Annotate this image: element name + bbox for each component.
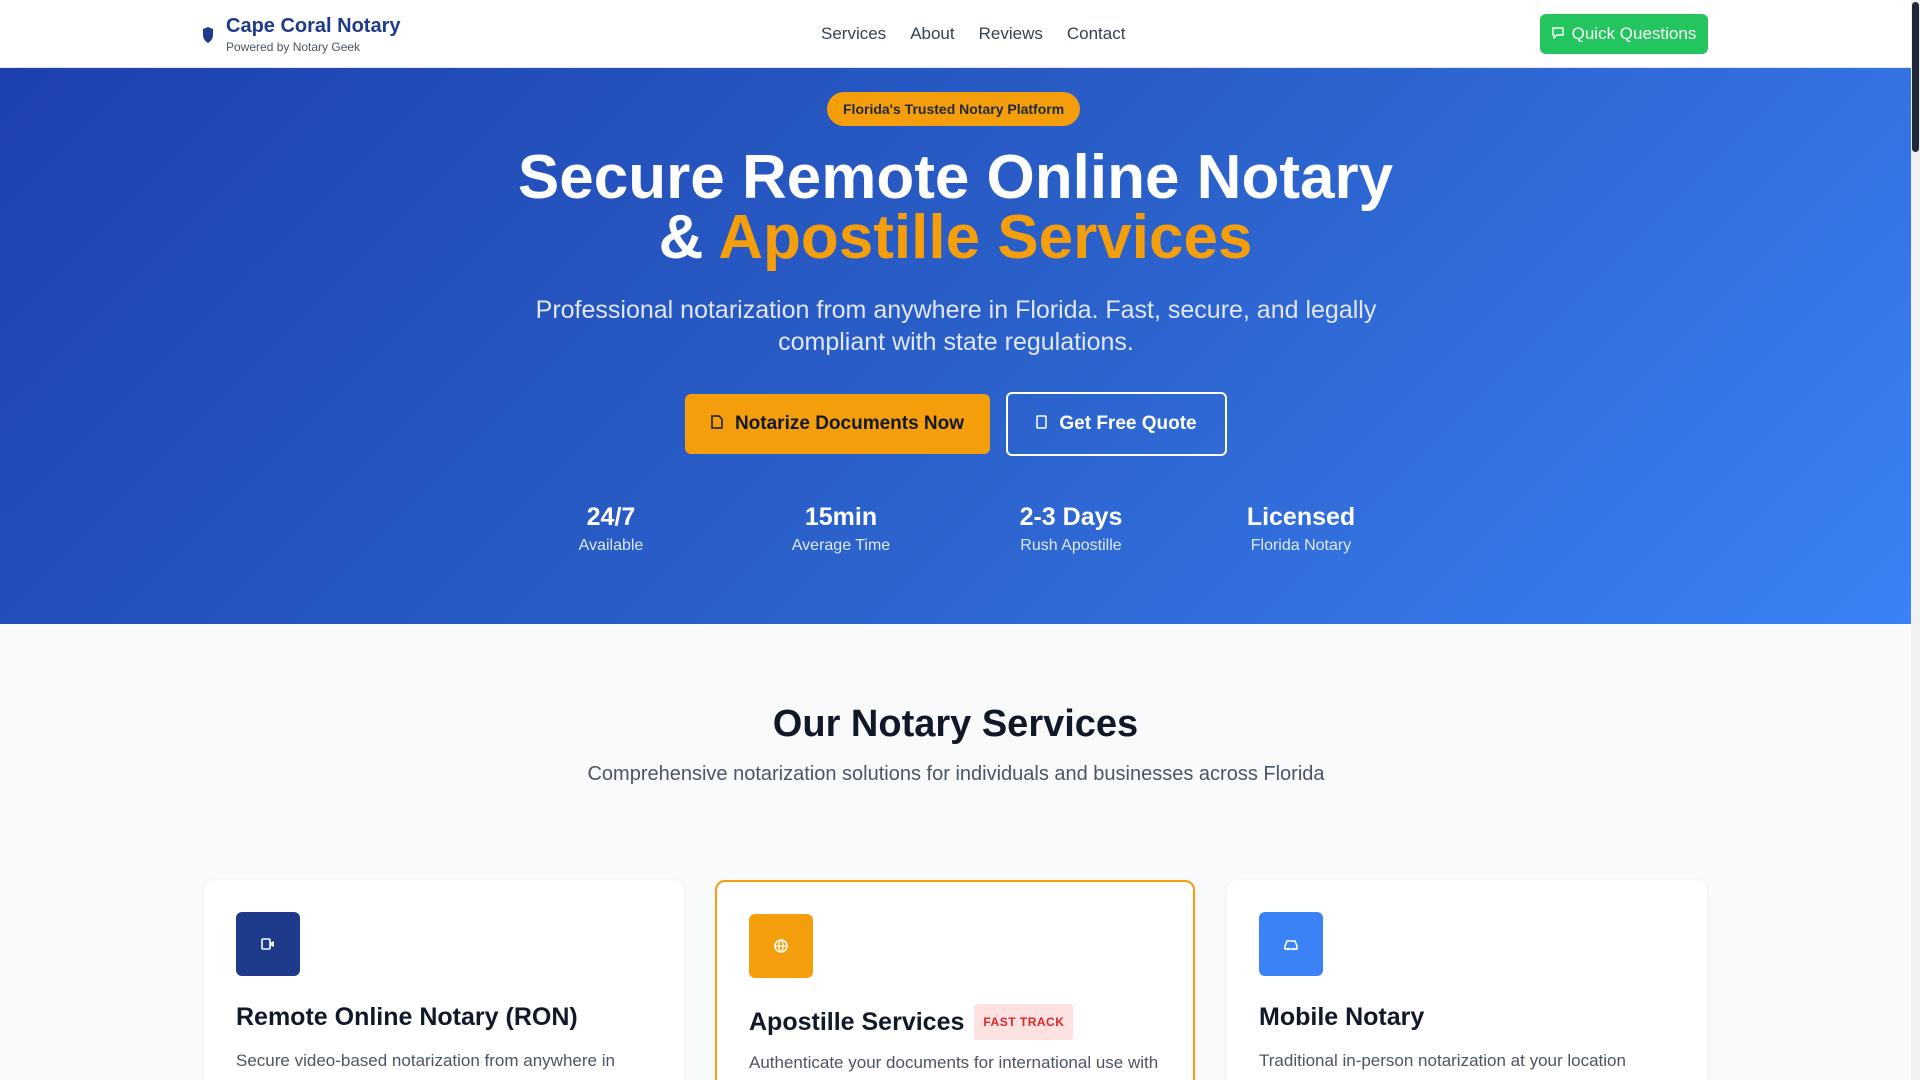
nav-link-services[interactable]: Services bbox=[821, 22, 886, 46]
stat-value: 15min bbox=[804, 503, 878, 531]
video-icon bbox=[236, 912, 300, 976]
service-card-apostille[interactable]: Apostille Services FAST TRACK Authentica… bbox=[715, 880, 1195, 1080]
hero-section: Florida's Trusted Notary Platform Secure… bbox=[0, 68, 1911, 624]
file-signature-icon bbox=[711, 413, 723, 435]
page-scrollbar[interactable] bbox=[1911, 0, 1920, 1080]
services-subtitle: Comprehensive notarization solutions for… bbox=[587, 763, 1325, 785]
stat-average-time: 15min Average Time bbox=[731, 502, 951, 556]
get-free-quote-button[interactable]: Get Free Quote bbox=[1006, 392, 1227, 456]
service-card-description: Authenticate your documents for internat… bbox=[749, 1053, 1159, 1072]
scrollbar-thumb[interactable] bbox=[1912, 2, 1919, 152]
notarize-documents-label: Notarize Documents Now bbox=[734, 413, 965, 434]
stat-label: Average Time bbox=[791, 537, 891, 554]
service-card-title: Remote Online Notary (RON) bbox=[236, 1002, 578, 1032]
stat-value: 2-3 Days bbox=[1019, 503, 1123, 531]
service-card-title-text: Mobile Notary bbox=[1259, 1003, 1425, 1031]
main-nav: Services About Reviews Contact bbox=[821, 22, 1125, 46]
service-card-ron[interactable]: Remote Online Notary (RON) Secure video-… bbox=[204, 880, 684, 1080]
hero-title-accent: Apostille Services bbox=[718, 203, 1253, 272]
brand-title: Cape Coral Notary bbox=[226, 15, 401, 37]
notarize-documents-button[interactable]: Notarize Documents Now bbox=[685, 394, 990, 454]
nav-link-contact[interactable]: Contact bbox=[1067, 22, 1126, 46]
service-card-description: Traditional in-person notarization at yo… bbox=[1259, 1051, 1626, 1080]
hero-title-amp: & bbox=[658, 203, 719, 272]
get-free-quote-label: Get Free Quote bbox=[1059, 413, 1197, 434]
service-card-title-text: Remote Online Notary (RON) bbox=[236, 1003, 578, 1031]
hero-subtitle: Professional notarization from anywhere … bbox=[535, 296, 1377, 356]
service-card-title: Apostille Services FAST TRACK bbox=[749, 1004, 1074, 1040]
stat-label: Florida Notary bbox=[1250, 537, 1352, 554]
fast-track-badge: FAST TRACK bbox=[974, 1004, 1074, 1040]
quick-questions-button[interactable]: Quick Questions bbox=[1540, 14, 1708, 54]
hero-badge: Florida's Trusted Notary Platform bbox=[827, 92, 1081, 126]
service-card-description: Secure video-based notarization from any… bbox=[236, 1051, 615, 1080]
services-title: Our Notary Services bbox=[772, 703, 1139, 745]
shield-icon bbox=[202, 24, 214, 46]
top-navbar: Cape Coral Notary Powered by Notary Geek… bbox=[0, 0, 1911, 68]
service-card-title: Mobile Notary bbox=[1259, 1002, 1424, 1032]
brand-logo[interactable]: Cape Coral Notary Powered by Notary Geek bbox=[202, 14, 401, 55]
chat-icon bbox=[1551, 24, 1564, 44]
nav-link-reviews[interactable]: Reviews bbox=[979, 22, 1043, 46]
calculator-icon bbox=[1036, 413, 1048, 435]
stat-licensed: Licensed Florida Notary bbox=[1191, 502, 1411, 556]
hero-title-line1: Secure Remote Online Notary bbox=[517, 143, 1394, 212]
brand-subtitle: Powered by Notary Geek bbox=[226, 40, 361, 54]
nav-link-about[interactable]: About bbox=[910, 22, 954, 46]
service-card-mobile[interactable]: Mobile Notary Traditional in-person nota… bbox=[1227, 880, 1707, 1080]
hero-title: Secure Remote Online Notary & Apostille … bbox=[0, 147, 1911, 269]
quick-questions-label: Quick Questions bbox=[1571, 24, 1697, 43]
stat-availability: 24/7 Available bbox=[501, 502, 721, 556]
stat-label: Rush Apostille bbox=[1020, 537, 1122, 554]
car-icon bbox=[1259, 912, 1323, 976]
stat-rush-apostille: 2-3 Days Rush Apostille bbox=[961, 502, 1181, 556]
stat-label: Available bbox=[578, 537, 644, 554]
stat-value: Licensed bbox=[1246, 503, 1356, 531]
stat-value: 24/7 bbox=[586, 503, 636, 531]
globe-icon bbox=[749, 914, 813, 978]
service-card-title-text: Apostille Services bbox=[749, 1008, 965, 1036]
